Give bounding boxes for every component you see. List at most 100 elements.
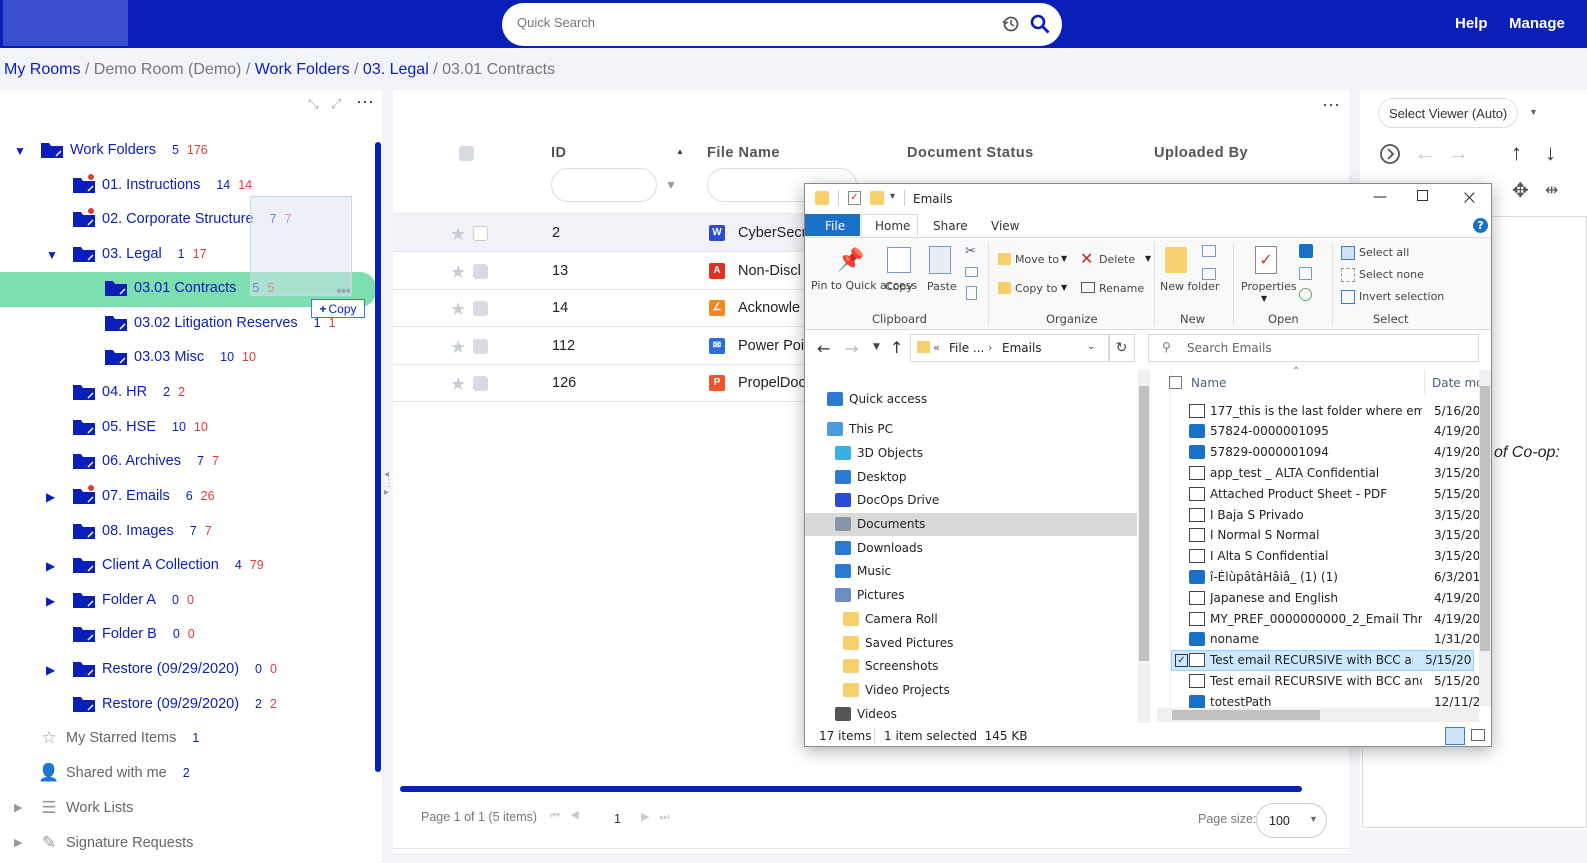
manage-link[interactable]: Manage [1509,15,1565,32]
rename-button[interactable]: Rename [1099,282,1144,295]
select-all-checkbox[interactable] [459,146,474,161]
nav-item[interactable]: Screenshots [843,655,1153,678]
select-all-button[interactable]: Select all [1359,246,1409,259]
tab-share[interactable]: Share [933,219,968,233]
panel-splitter-handle[interactable]: ◂ ⋮ ▸ [384,470,394,520]
column-header-file-name[interactable]: File Name [707,145,780,161]
customize-toolbar-icon[interactable]: ▾ [890,191,895,202]
tree-item[interactable]: Client A Collection 4 79 [72,548,264,582]
nav-item[interactable]: Documents [805,512,1137,536]
page-size-select[interactable]: 100 ▼ [1256,803,1327,838]
row-checkbox[interactable] [473,301,488,316]
new-folder-quick-icon[interactable] [870,191,884,205]
easy-access-icon[interactable] [1202,268,1216,280]
maximize-button[interactable] [1417,190,1428,201]
expand-caret-icon[interactable]: ▶ [14,801,28,815]
row-file-name[interactable]: CyberSecu [738,225,810,241]
row-checkbox[interactable] [473,376,488,391]
tree-item[interactable]: 03. Legal 1 17 [72,237,207,271]
filter-icon[interactable]: ▼ [665,178,677,192]
tree-more-icon[interactable]: ⋯ [356,92,374,113]
nav-item[interactable]: Music [835,560,1145,583]
app-logo[interactable] [3,0,128,46]
details-view-icon[interactable] [1445,727,1465,745]
tree-item[interactable]: 01. Instructions 14 14 [72,168,252,202]
item-checkbox[interactable]: ✓ [1175,653,1188,667]
table-row[interactable]: ★ 112 ✉ Power Poi [393,327,813,365]
forward-arrow-icon[interactable]: → [1447,140,1469,166]
explorer-search-placeholder[interactable]: Search Emails [1187,341,1272,355]
select-none-button[interactable]: Select none [1359,268,1424,281]
row-checkbox[interactable] [473,263,488,279]
address-dropdown-icon[interactable]: ⌄ [1087,341,1095,352]
row-checkbox[interactable] [473,226,488,241]
search-icon[interactable] [1030,14,1050,34]
close-button[interactable]: × [1461,185,1478,209]
nav-item[interactable]: Videos [835,702,1145,725]
nav-item[interactable]: Video Projects [843,678,1153,701]
rotate-icon[interactable] [1379,143,1401,165]
tree-item[interactable]: 08. Images 7 7 [72,514,212,548]
nav-item[interactable]: Pictures [835,584,1145,607]
star-icon[interactable]: ★ [450,299,466,320]
list-item[interactable]: ✓ Test email RECURSIVE with BCC and at...… [1171,649,1474,671]
table-row[interactable]: ★ 13 A Non-Discl [393,252,813,290]
move-to-button[interactable]: Move to [1015,253,1059,266]
list-item[interactable]: MY_PREF_0000000000_2_Email Thread... 4/19… [1189,608,1491,629]
table-row[interactable]: ★ 126 P PropelDoc [393,364,813,402]
row-file-name[interactable]: PropelDoc [738,375,806,391]
table-row[interactable]: ★ 14 ∠ Acknowle [393,289,813,327]
list-item[interactable]: app_test _ ALTA Confidential 3/15/20 [1189,462,1491,483]
select-all-files-checkbox[interactable] [1169,376,1182,389]
pin-quick-access-button[interactable]: Pin to Quick access [811,279,917,292]
breadcrumb-item[interactable]: My Rooms [4,61,80,78]
expand-caret-icon[interactable]: ▶ [46,663,60,677]
row-file-name[interactable]: Power Poi [738,338,804,354]
nav-item[interactable]: Downloads [835,536,1145,559]
properties-quick-icon[interactable]: ✓ [848,191,861,205]
paste-shortcut-icon[interactable] [966,286,977,300]
tree-item[interactable]: Folder A 00 [72,583,194,617]
copy-path-icon[interactable] [965,267,978,277]
up-arrow-icon[interactable]: ↑ [1511,140,1522,166]
open-icon[interactable] [1299,244,1313,258]
properties-button[interactable]: Properties [1241,280,1297,293]
id-filter-input[interactable] [551,168,657,202]
files-hscrollbar-thumb[interactable] [1172,710,1320,720]
down-arrow-icon[interactable]: ↓ [1545,140,1556,166]
help-icon[interactable]: ? [1473,218,1488,233]
invert-selection-button[interactable]: Invert selection [1359,290,1444,303]
list-item[interactable]: I Normal S Normal 3/15/20 [1189,525,1491,546]
nav-item[interactable]: Camera Roll [843,607,1153,630]
nav-item[interactable]: Desktop [835,465,1145,488]
column-header-document-status[interactable]: Document Status [907,145,1034,161]
fit-width-icon[interactable]: ⇹ [1545,180,1558,200]
page-number[interactable]: 1 [614,812,621,826]
history-icon[interactable] [1002,15,1020,33]
expand-caret-icon[interactable]: ▶ [46,559,60,573]
star-icon[interactable]: ★ [450,262,466,283]
tree-item[interactable]: Work Folders 5 176 [40,133,208,167]
pan-icon[interactable]: ✥ [1512,178,1529,203]
refresh-icon[interactable]: ↻ [1108,334,1135,362]
grid-more-icon[interactable]: ⋯ [1322,95,1340,116]
tab-view[interactable]: View [991,219,1019,233]
nav-back-icon[interactable]: ← [817,339,830,358]
star-icon[interactable]: ★ [450,374,466,395]
new-folder-button[interactable]: New folder [1160,280,1219,293]
nav-item[interactable]: Saved Pictures [843,631,1153,654]
breadcrumb-item[interactable]: Work Folders [255,61,350,78]
cut-icon[interactable]: ✂ [965,244,976,259]
collapse-caret-icon[interactable]: ▼ [46,248,60,262]
nav-item[interactable]: 3D Objects [835,441,1145,464]
column-header-id[interactable]: ID [551,145,567,161]
pager-prev-icons[interactable]: ⏮◀ [550,810,590,823]
tree-item[interactable]: 07. Emails 6 26 [72,479,215,513]
tree-item[interactable]: 03.03 Misc 10 10 [104,340,256,374]
list-item[interactable]: Japanese and English 4/19/20 [1189,587,1491,608]
large-icons-view-icon[interactable] [1471,729,1485,741]
row-file-name[interactable]: Acknowle [738,300,800,316]
back-arrow-icon[interactable]: ← [1414,140,1436,166]
expand-panel-icon[interactable]: ⤢ [331,96,341,112]
tree-item[interactable]: 03.02 Litigation Reserves 1 1 [104,306,336,340]
